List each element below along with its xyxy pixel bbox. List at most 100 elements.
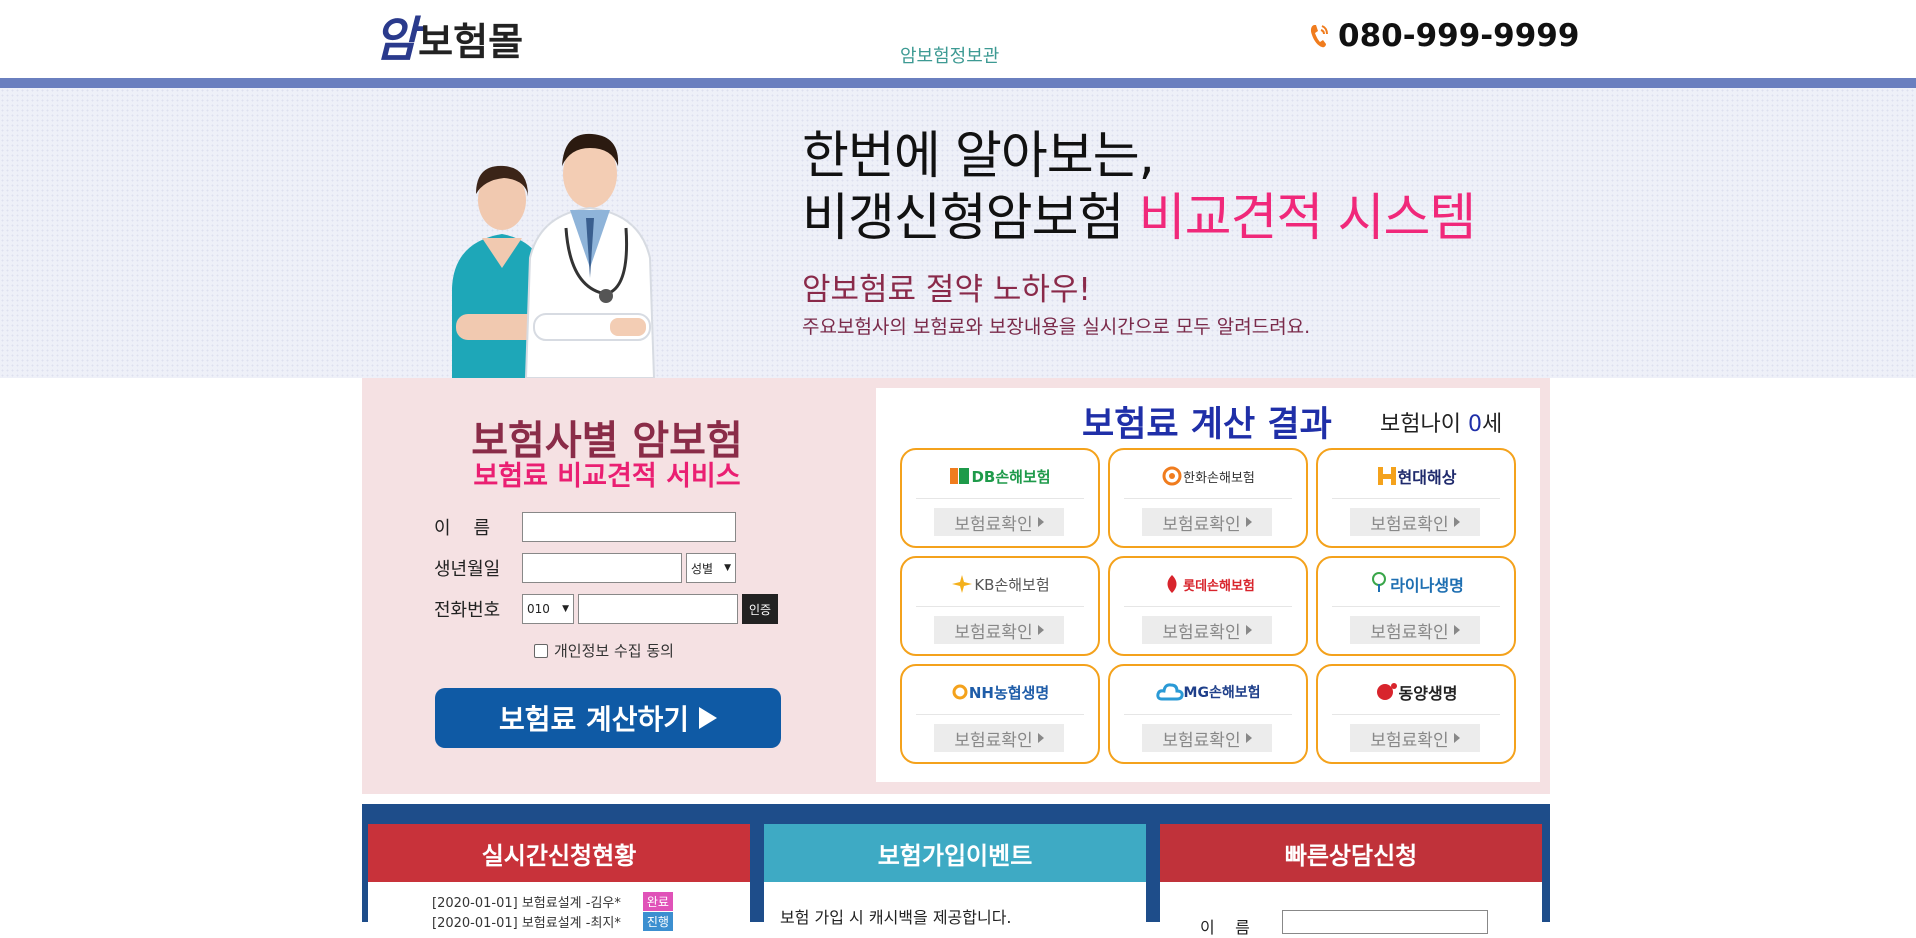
hero-headline: 한번에 알아보는, 비갱신형암보험 비교견적 시스템 [802, 126, 1477, 250]
hero-headline-plain: 비갱신형암보험 [802, 189, 1124, 248]
nh-logo-icon [952, 684, 968, 700]
insurer-name: 동양생명 [1375, 680, 1457, 704]
hero-headline-accent: 비교견적 시스템 [1138, 189, 1477, 248]
insurance-age-prefix: 보험나이 [1380, 412, 1461, 437]
check-premium-button[interactable]: 보험료확인 [1350, 508, 1480, 536]
insurer-name: 롯데손해보험 [1161, 573, 1255, 595]
card-divider [1124, 498, 1292, 499]
result-panel: 보험료 계산 결과 보험나이 0세 DB손해보험 보험료확인 한화손해보험 보험… [876, 388, 1540, 782]
privacy-agree-checkbox[interactable] [534, 643, 548, 658]
cigna-tree-icon [1372, 572, 1387, 592]
realtime-status-panel: 실시간신청현황 [2020-01-01] 보험료설계 -김우* 완료 [2020… [368, 824, 750, 931]
bottom-section: 실시간신청현황 [2020-01-01] 보험료설계 -김우* 완료 [2020… [362, 804, 1550, 937]
phone-number: 080-999-9999 [1338, 18, 1580, 54]
name-input[interactable] [522, 512, 736, 542]
quick-name-input[interactable] [1282, 910, 1488, 934]
list-item: [2020-01-01] 보험료설계 -김우* 완료 [432, 892, 673, 911]
caret-right-icon [1245, 625, 1252, 635]
hanwha-logo-icon [1162, 466, 1182, 486]
insurance-age-suffix: 세 [1481, 412, 1503, 437]
privacy-agree-label: 개인정보 수집 동의 [554, 642, 674, 660]
insurer-logo: 한화손해보험 [1110, 456, 1306, 496]
quick-name-label: 이 름 [1200, 918, 1250, 937]
insurer-logo: MG손해보험 [1110, 672, 1306, 712]
check-premium-button[interactable]: 보험료확인 [1142, 616, 1272, 644]
birth-label: 생년월일 [434, 559, 501, 580]
check-premium-button[interactable]: 보험료확인 [1350, 616, 1480, 644]
check-premium-button[interactable]: 보험료확인 [1142, 508, 1272, 536]
chevron-down-icon: ▼ [562, 604, 569, 614]
caret-right-icon [1037, 625, 1044, 635]
insurer-card[interactable]: MG손해보험 보험료확인 [1108, 664, 1308, 764]
phone-label: 전화번호 [434, 600, 501, 621]
status-badge: 완료 [642, 892, 673, 911]
insurer-card[interactable]: KB손해보험 보험료확인 [900, 556, 1100, 656]
play-arrow-icon [699, 707, 718, 729]
hero-headline-line2: 비갱신형암보험 비교견적 시스템 [802, 188, 1477, 250]
site-header: 암 보험몰 암보험정보관 080-999-9999 [0, 0, 1916, 78]
insurer-name: 한화손해보험 [1161, 465, 1255, 487]
card-divider [1124, 714, 1292, 715]
card-divider [1332, 498, 1500, 499]
insurer-card[interactable]: 한화손해보험 보험료확인 [1108, 448, 1308, 548]
card-divider [916, 498, 1084, 499]
insurance-age-value: 0 [1467, 412, 1482, 437]
caret-right-icon [1453, 517, 1460, 527]
privacy-agree[interactable]: 개인정보 수집 동의 [534, 640, 674, 661]
birthdate-input[interactable] [522, 553, 682, 583]
card-divider [916, 606, 1084, 607]
chevron-down-icon: ▼ [724, 563, 731, 573]
check-premium-button[interactable]: 보험료확인 [1350, 724, 1480, 752]
insurer-card[interactable]: NH농협생명 보험료확인 [900, 664, 1100, 764]
check-premium-button[interactable]: 보험료확인 [1142, 724, 1272, 752]
insurer-card[interactable]: 동양생명 보험료확인 [1316, 664, 1516, 764]
phone-input[interactable] [578, 594, 738, 624]
auth-button[interactable]: 인증 [742, 594, 778, 624]
hyundai-logo-icon [1377, 467, 1396, 485]
doctors-illustration [452, 133, 656, 378]
insurer-card[interactable]: DB손해보험 보험료확인 [900, 448, 1100, 548]
caret-right-icon [1245, 517, 1252, 527]
calculate-premium-label: 보험료 계산하기 [498, 703, 690, 736]
hero-subtitle: 암보험료 절약 노하우! [802, 272, 1091, 308]
logo-am-text: 암 [374, 12, 418, 68]
site-logo[interactable]: 암 보험몰 [374, 8, 523, 64]
quote-section: 보험사별 암보험 보험료 비교견적 서비스 이 름 생년월일 성별 ▼ 전화번호… [362, 378, 1550, 794]
insurer-logo: NH농협생명 [902, 672, 1098, 712]
nav-link-cancer-insurance-info[interactable]: 암보험정보관 [900, 42, 999, 68]
insurer-card[interactable]: 롯데손해보험 보험료확인 [1108, 556, 1308, 656]
realtime-status-title: 실시간신청현황 [368, 824, 750, 882]
gender-select[interactable]: 성별 ▼ [686, 553, 736, 583]
check-premium-button[interactable]: 보험료확인 [934, 724, 1064, 752]
card-divider [916, 714, 1084, 715]
caret-right-icon [1453, 733, 1460, 743]
phone-prefix-select[interactable]: 010 ▼ [522, 594, 574, 624]
logo-mall-text: 보험몰 [418, 20, 524, 64]
quick-consult-panel: 빠른상담신청 이 름 [1160, 824, 1542, 937]
card-divider [1332, 606, 1500, 607]
insurer-card[interactable]: 라이나생명 보험료확인 [1316, 556, 1516, 656]
caret-right-icon [1037, 733, 1044, 743]
event-text: 보험 가입 시 캐시백을 제공합니다. [780, 908, 1012, 927]
phone-contact[interactable]: 080-999-9999 [1308, 18, 1579, 54]
db-logo-icon [950, 468, 970, 484]
caret-right-icon [1245, 733, 1252, 743]
insurance-age: 보험나이 0세 [1380, 406, 1502, 438]
insurer-card[interactable]: 현대해상 보험료확인 [1316, 448, 1516, 548]
insurer-logo: 롯데손해보험 [1110, 564, 1306, 604]
check-premium-button[interactable]: 보험료확인 [934, 616, 1064, 644]
calculate-premium-button[interactable]: 보험료 계산하기 [435, 688, 781, 748]
event-title: 보험가입이벤트 [764, 824, 1146, 882]
insurer-name: KB손해보험 [950, 574, 1050, 595]
phone-prefix-value: 010 [527, 602, 550, 616]
result-title: 보험료 계산 결과 [1082, 405, 1332, 445]
insurer-logo: 동양생명 [1318, 672, 1514, 712]
check-premium-button[interactable]: 보험료확인 [934, 508, 1064, 536]
mg-cloud-icon [1155, 683, 1184, 701]
event-panel: 보험가입이벤트 보험 가입 시 캐시백을 제공합니다. [764, 824, 1146, 927]
hero-banner: 한번에 알아보는, 비갱신형암보험 비교견적 시스템 암보험료 절약 노하우! … [0, 88, 1916, 378]
card-divider [1332, 714, 1500, 715]
phone-row: 전화번호 010 ▼ 인증 [434, 594, 778, 624]
insurer-name: NH농협생명 [951, 682, 1049, 703]
lotte-logo-icon [1167, 575, 1177, 593]
